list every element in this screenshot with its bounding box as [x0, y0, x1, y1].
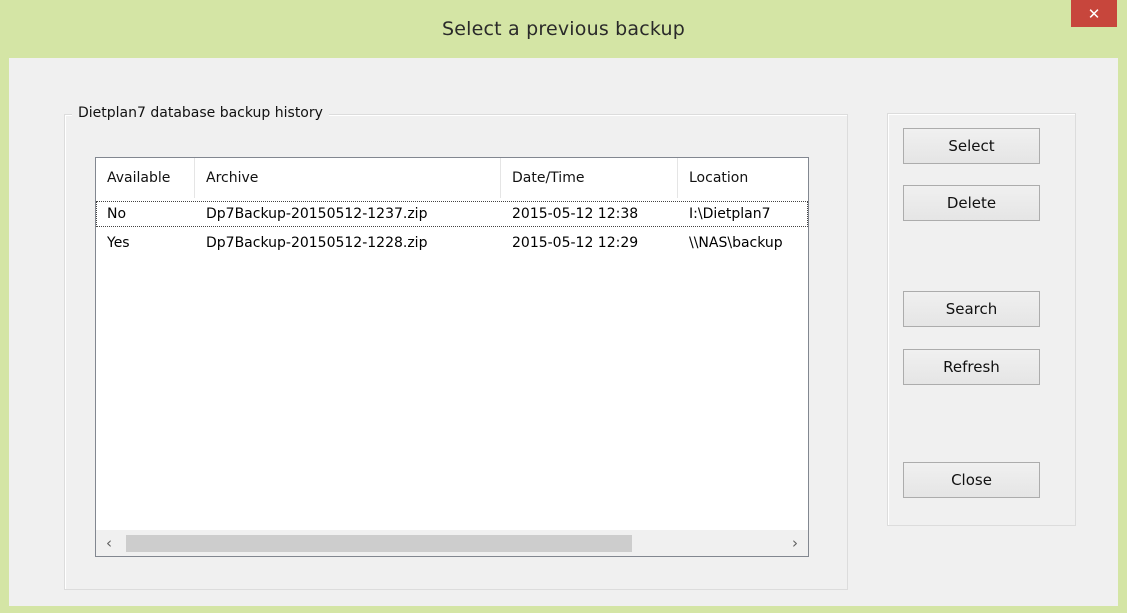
cell-available: No — [107, 206, 127, 222]
cell-datetime: 2015-05-12 12:29 — [512, 235, 639, 251]
close-button[interactable]: Close — [903, 462, 1040, 498]
cell-location: \\NAS\backup — [689, 235, 783, 251]
column-header-location[interactable]: Location — [678, 158, 808, 198]
column-header-datetime[interactable]: Date/Time — [501, 158, 678, 198]
chevron-right-icon: › — [792, 534, 798, 552]
close-icon: ✕ — [1087, 4, 1101, 23]
dialog-window: Select a previous backup ✕ Dietplan7 dat… — [0, 0, 1127, 613]
cell-archive: Dp7Backup-20150512-1237.zip — [206, 206, 428, 222]
scroll-left-button[interactable]: ‹ — [96, 530, 122, 556]
scroll-right-button[interactable]: › — [782, 530, 808, 556]
cell-datetime: 2015-05-12 12:38 — [512, 206, 639, 222]
table-row[interactable]: No Dp7Backup-20150512-1237.zip 2015-05-1… — [96, 201, 808, 227]
delete-button[interactable]: Delete — [903, 185, 1040, 221]
search-button[interactable]: Search — [903, 291, 1040, 327]
cell-available: Yes — [107, 235, 130, 251]
horizontal-scrollbar[interactable]: ‹ › — [96, 530, 808, 556]
refresh-button[interactable]: Refresh — [903, 349, 1040, 385]
column-header-available[interactable]: Available — [96, 158, 195, 198]
scrollbar-thumb[interactable] — [126, 535, 632, 552]
backup-list[interactable]: Available Archive Date/Time Location No … — [95, 157, 809, 557]
close-window-button[interactable]: ✕ — [1071, 0, 1117, 27]
cell-archive: Dp7Backup-20150512-1228.zip — [206, 235, 428, 251]
window-title: Select a previous backup — [441, 18, 686, 40]
select-button[interactable]: Select — [903, 128, 1040, 164]
backup-history-group-title: Dietplan7 database backup history — [72, 105, 329, 121]
chevron-left-icon: ‹ — [106, 534, 112, 552]
title-bar[interactable]: Select a previous backup ✕ — [0, 0, 1127, 58]
cell-location: I:\Dietplan7 — [689, 206, 771, 222]
column-header-archive[interactable]: Archive — [195, 158, 501, 198]
list-header: Available Archive Date/Time Location — [96, 158, 808, 198]
table-row[interactable]: Yes Dp7Backup-20150512-1228.zip 2015-05-… — [96, 230, 808, 256]
